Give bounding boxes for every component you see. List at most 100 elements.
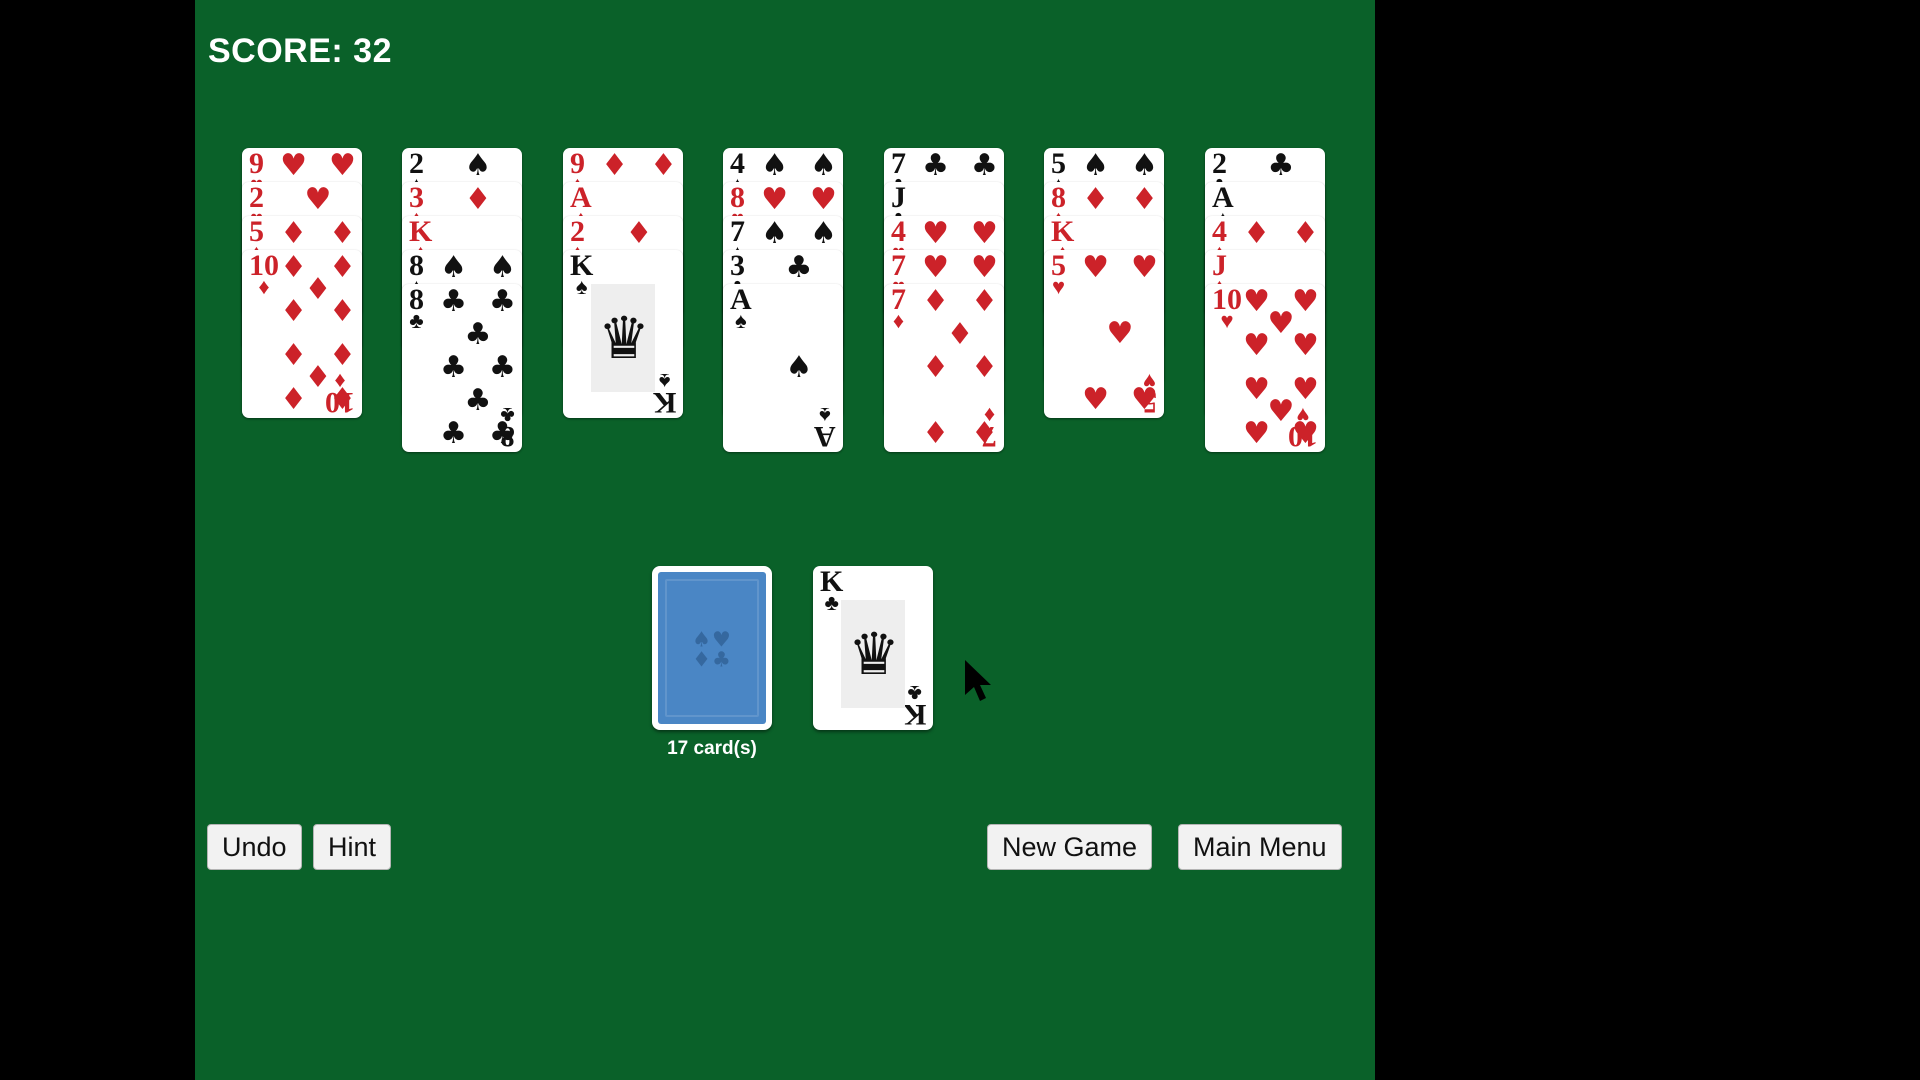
card-pip-icon: ♦ — [280, 216, 307, 252]
card-pip-icon: ♥ — [1243, 284, 1270, 320]
card-pip-icon: ♣ — [785, 250, 813, 286]
card-pip-icon: ♦ — [329, 216, 356, 252]
card-pip-icon: ♥ — [1243, 328, 1270, 364]
card-pip-icon: ♠ — [1082, 148, 1109, 184]
tableau-area: 9♥9♥♥♥♥♥♥♥♥♥♥2♥2♥♥♥5♦5♦♦♦♦♦♦10♦10♦♦♦♦♦♦♦… — [195, 0, 1375, 1080]
tableau-card[interactable]: A♠A♠♠ — [723, 284, 843, 452]
undo-button[interactable]: Undo — [207, 824, 302, 870]
card-pip-icon: ♦ — [625, 216, 653, 252]
card-pip-icon: ♣ — [489, 415, 516, 451]
card-pip-icon: ♠ — [1131, 148, 1158, 184]
card-pip-icon: ♦ — [329, 294, 356, 330]
tableau-card[interactable]: 5 ♥ 5 ♥ ♥ ♥ ♥ ♥ ♥ — [1044, 250, 1164, 418]
card-pip-icon: ♥ — [922, 216, 949, 252]
card-pip-icon: ♦ — [329, 250, 356, 286]
card-pip-icon: ♥ — [1292, 284, 1319, 320]
card-pip-icon: ♥ — [1243, 371, 1270, 407]
card-pip-icon: ♦ — [946, 317, 974, 353]
card-pip-icon: ♥ — [761, 182, 788, 218]
card-pip-icon: ♣ — [1267, 148, 1295, 184]
card-pip-icon: ♦ — [971, 415, 998, 451]
card-corner-bottom-right: K ♣ — [903, 681, 926, 730]
stock-count-label: 17 card(s) — [667, 738, 757, 759]
tableau-card[interactable]: 10 ♦ 10 ♦ ♦ ♦ ♦ ♦ ♦ ♦ ♦ ♦ ♦ ♦ — [242, 250, 362, 418]
card-pip-icon: ♣ — [464, 317, 492, 353]
tableau-column-4[interactable]: 4♠4♠♠♠♠♠8♥8♥♥♥♥♥♥♥♥♥7♠7♠♠♠♠♠♠♠♠3♣3♣♣♣♣A♠… — [723, 148, 843, 452]
card-pip-icon: ♥ — [971, 216, 998, 252]
card-pip-icon: ♥ — [1243, 415, 1270, 451]
card-suit-icon: ♦ — [892, 307, 905, 333]
card-back-suits-icon: ♠♥ ♦♣ — [692, 627, 732, 672]
card-pip-icon: ♠ — [810, 216, 837, 252]
card-pip-icon: ♠ — [489, 250, 516, 286]
card-corner-top-left: K ♠ — [570, 251, 593, 298]
tableau-column-7[interactable]: 2♣2♣♣♣A♠A♠♠4♦4♦♦♦♦♦J♦J♦10♥10♥♥♥♥♥♥♥♥♥♥♥ — [1205, 148, 1325, 452]
card-pip-icon: ♦ — [650, 148, 677, 184]
new-game-button[interactable]: New Game — [987, 824, 1153, 870]
card-pip-icon: ♥ — [1131, 250, 1158, 286]
card-corner-top-left: 10 ♥ — [1212, 285, 1242, 332]
card-pip-icon: ♥ — [1106, 316, 1134, 351]
card-back-design: ♠♥ ♦♣ — [658, 572, 766, 724]
card-pip-icon: ♠ — [785, 350, 813, 385]
card-pip-icon: ♠ — [761, 216, 788, 252]
card-pips: ♥ ♥ ♥ ♥ ♥ ♥ ♥ ♥ ♥ ♥ — [1243, 284, 1319, 451]
card-pip-icon: ♠ — [440, 250, 467, 286]
card-corner-top-left: A♠ — [730, 285, 752, 332]
main-menu-button[interactable]: Main Menu — [1178, 824, 1342, 870]
card-corner-top-left: 10 ♦ — [249, 251, 279, 298]
tableau-card[interactable]: 7 ♦ 7 ♦ ♦ ♦ ♦ ♦ ♦ ♦ ♦ — [884, 284, 1004, 452]
card-pip-icon: ♣ — [440, 350, 467, 385]
crown-icon: ♛ — [598, 304, 650, 372]
card-pip-icon: ♦ — [601, 148, 628, 184]
card-pip-icon: ♥ — [1082, 381, 1109, 417]
card-pip-icon: ♦ — [280, 294, 307, 330]
card-pip-icon: ♥ — [280, 148, 307, 184]
card-pip-icon: ♣ — [440, 284, 467, 320]
tableau-column-5[interactable]: 7♣7♣♣♣♣♣♣♣♣J♣J♣4♥4♥♥♥♥♥7♥7♥♥♥♥♥♥♥♥7♦7♦♦♦… — [884, 148, 1004, 452]
card-pip-icon: ♦ — [280, 337, 307, 373]
tableau-column-1[interactable]: 9♥9♥♥♥♥♥♥♥♥♥♥2♥2♥♥♥5♦5♦♦♦♦♦♦10♦10♦♦♦♦♦♦♦… — [242, 148, 362, 418]
card-pips: ♦ ♦ ♦ ♦ ♦ ♦ ♦ — [922, 284, 998, 451]
card-pip-icon: ♦ — [1292, 216, 1319, 252]
card-pip-icon: ♣ — [922, 148, 949, 184]
card-pip-icon: ♥ — [329, 148, 356, 184]
card-pip-icon: ♦ — [280, 381, 307, 417]
card-pip-icon: ♦ — [971, 284, 998, 320]
tableau-column-2[interactable]: 2♠2♠♠♠3♦3♦♦♦♦K♦K♦♛8♠8♠♠♠♠♠♠♠♠♠8♣8♣♣♣♣♣♣♣… — [402, 148, 522, 452]
card-corner-top-left: 5 ♥ — [1051, 251, 1066, 298]
card-pip-icon: ♥ — [971, 250, 998, 286]
card-pip-icon: ♥ — [1292, 371, 1319, 407]
card-pip-icon: ♦ — [922, 350, 949, 385]
waste-pile-top-card[interactable]: K ♣ K ♣ ♛ — [813, 566, 933, 730]
card-pip-icon: ♣ — [489, 350, 516, 385]
card-pip-icon: ♦ — [922, 415, 949, 451]
card-pip-icon: ♣ — [440, 415, 467, 451]
card-pip-icon: ♦ — [329, 337, 356, 373]
card-pip-icon: ♦ — [922, 284, 949, 320]
tableau-column-3[interactable]: 9♦9♦♦♦♦♦♦♦♦♦♦A♦A♦♦2♦2♦♦♦K♠K♠♛ — [563, 148, 683, 418]
tableau-card[interactable]: K ♠ K ♠ ♛ — [563, 250, 683, 418]
card-pip-icon: ♠ — [761, 148, 788, 184]
card-pip-icon: ♦ — [304, 359, 332, 395]
card-pip-icon: ♥ — [1267, 393, 1295, 429]
game-board: SCORE: 32 9♥9♥♥♥♥♥♥♥♥♥♥2♥2♥♥♥5♦5♦♦♦♦♦♦10… — [195, 0, 1375, 1080]
card-pip-icon: ♠ — [810, 148, 837, 184]
tableau-card[interactable]: 8 ♣ 8 ♣ ♣ ♣ ♣ ♣ ♣ ♣ ♣ ♣ — [402, 284, 522, 452]
tableau-column-6[interactable]: 5♠5♠♠♠♠♠♠8♦8♦♦♦♦♦♦♦♦♦K♦K♦♛5♥5♥♥♥♥♥♥ — [1044, 148, 1164, 418]
tableau-card[interactable]: 10 ♥ 10 ♥ ♥ ♥ ♥ ♥ ♥ ♥ ♥ ♥ ♥ ♥ — [1205, 284, 1325, 452]
hint-button[interactable]: Hint — [313, 824, 392, 870]
card-pip-icon: ♠ — [464, 148, 492, 184]
card-pip-icon: ♦ — [464, 182, 492, 218]
card-suit-icon: ♣ — [409, 307, 424, 333]
card-pip-icon: ♥ — [1292, 328, 1319, 364]
card-pip-icon: ♣ — [971, 148, 998, 184]
card-pip-icon: ♦ — [971, 350, 998, 385]
stock-pile[interactable]: ♠♥ ♦♣ — [652, 566, 772, 730]
card-pip-icon: ♥ — [922, 250, 949, 286]
card-pip-icon: ♦ — [304, 272, 332, 308]
card-corner-top-left: K ♣ — [820, 567, 843, 614]
card-pip-icon: ♥ — [1292, 415, 1319, 451]
card-pip-icon: ♥ — [304, 182, 332, 218]
card-pip-icon: ♦ — [1131, 182, 1158, 218]
